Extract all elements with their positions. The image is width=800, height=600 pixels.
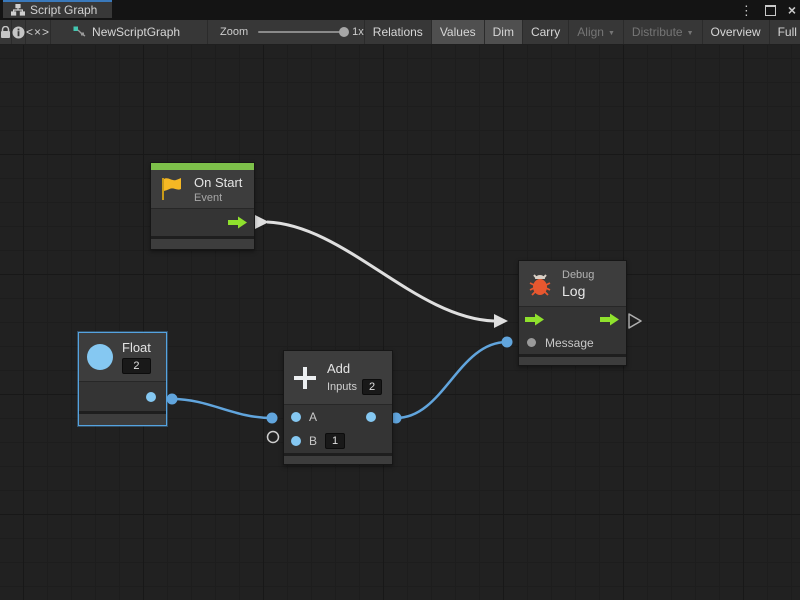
- exec-output-port[interactable]: [600, 313, 620, 326]
- toolbar-button-align[interactable]: Align ▼: [568, 20, 623, 44]
- port-label-a: A: [309, 410, 317, 424]
- message-input-port[interactable]: [527, 338, 536, 347]
- close-icon[interactable]: ×: [788, 3, 796, 17]
- inputs-label: Inputs: [327, 381, 357, 393]
- unconnected-port-circle[interactable]: [268, 432, 279, 443]
- port-a-input[interactable]: [291, 412, 301, 422]
- graph-canvas[interactable]: On Start Event Debug Log: [0, 45, 800, 600]
- inputs-count-field[interactable]: 2: [362, 379, 382, 395]
- node-float[interactable]: Float 2: [78, 332, 167, 426]
- toolbar-button-values[interactable]: Values: [431, 20, 484, 44]
- toolbar-button-distribute[interactable]: Distribute ▼: [623, 20, 702, 44]
- node-subtitle: Event: [194, 192, 242, 204]
- toolbar-button-overview[interactable]: Overview: [702, 20, 769, 44]
- dropdown-arrow-icon: ▼: [687, 30, 694, 37]
- bug-icon: [527, 271, 553, 297]
- float-output-port[interactable]: [146, 392, 156, 402]
- zoom-slider[interactable]: [258, 31, 344, 33]
- script-graph-icon: [11, 4, 25, 16]
- graph-selector[interactable]: NewScriptGraph: [51, 20, 208, 44]
- info-button[interactable]: [12, 20, 26, 44]
- exec-input-port[interactable]: [525, 313, 545, 326]
- port-b-value-field[interactable]: 1: [325, 433, 345, 449]
- node-subtitle: Debug: [562, 269, 594, 281]
- node-footer: [284, 456, 392, 464]
- float-type-icon: [87, 344, 113, 370]
- add-output-port[interactable]: [366, 412, 376, 422]
- toolbar-button-carry[interactable]: Carry: [522, 20, 568, 44]
- edit-script-button[interactable]: <×>: [26, 20, 51, 44]
- float-value-field[interactable]: 2: [122, 358, 151, 374]
- port-b-input[interactable]: [291, 436, 301, 446]
- node-title: Log: [562, 283, 594, 299]
- graph-asset-icon: [73, 26, 86, 38]
- wire-endpoint-dot: [167, 394, 178, 405]
- window-menu-icon[interactable]: ⋮: [740, 4, 753, 17]
- node-on-start[interactable]: On Start Event: [150, 162, 255, 250]
- exec-wire-start-arrow: [255, 215, 269, 229]
- event-color-bar: [151, 163, 254, 170]
- code-icon: <×>: [26, 25, 50, 39]
- node-footer: [519, 357, 626, 365]
- exec-wire-end-arrow: [494, 314, 508, 328]
- lock-button[interactable]: [0, 20, 12, 44]
- wire-endpoint-dot: [267, 413, 278, 424]
- wire-endpoint-dot: [502, 337, 513, 348]
- graph-name: NewScriptGraph: [92, 25, 180, 39]
- port-label-b: B: [309, 434, 317, 448]
- toolbar: <×> NewScriptGraph Zoom 1x Relations Val…: [0, 20, 800, 45]
- toolbar-buttons: Relations Values Dim Carry Align ▼ Distr…: [364, 20, 800, 44]
- zoom-control: Zoom 1x: [220, 20, 364, 44]
- zoom-slider-handle[interactable]: [339, 27, 349, 37]
- dropdown-arrow-icon: ▼: [608, 30, 615, 37]
- node-title: On Start: [194, 175, 242, 190]
- port-label-message: Message: [545, 336, 594, 350]
- add-icon: [292, 365, 318, 391]
- zoom-value: 1x: [352, 26, 364, 38]
- zoom-label: Zoom: [220, 26, 248, 38]
- node-footer: [79, 414, 166, 425]
- info-icon: [12, 26, 25, 39]
- flag-icon: [159, 176, 185, 202]
- node-add[interactable]: Add Inputs 2 A B 1: [283, 350, 393, 465]
- toolbar-button-fullscreen[interactable]: Full S: [769, 20, 800, 44]
- toolbar-button-dim[interactable]: Dim: [484, 20, 522, 44]
- node-debug-log[interactable]: Debug Log Message: [518, 260, 627, 366]
- value-wire-float-to-add[interactable]: [172, 399, 272, 418]
- node-footer: [151, 239, 254, 249]
- exec-wire[interactable]: [267, 222, 494, 321]
- tab-label: Script Graph: [30, 3, 97, 17]
- toolbar-button-relations[interactable]: Relations: [364, 20, 431, 44]
- wires-layer: [0, 45, 800, 600]
- unconnected-port-triangle[interactable]: [629, 314, 641, 328]
- window-controls: ⋮ ×: [740, 0, 796, 20]
- maximize-icon[interactable]: [765, 5, 776, 16]
- value-wire-add-to-log[interactable]: [396, 342, 507, 418]
- node-title: Float: [122, 340, 151, 355]
- tab-strip: Script Graph ⋮ ×: [0, 0, 800, 20]
- unity-script-graph-window: { "window": { "tab_label": "Script Graph…: [0, 0, 800, 600]
- exec-output-port[interactable]: [228, 216, 248, 229]
- tab-script-graph[interactable]: Script Graph: [3, 0, 112, 18]
- node-title: Add: [327, 361, 382, 376]
- lock-icon: [0, 26, 11, 39]
